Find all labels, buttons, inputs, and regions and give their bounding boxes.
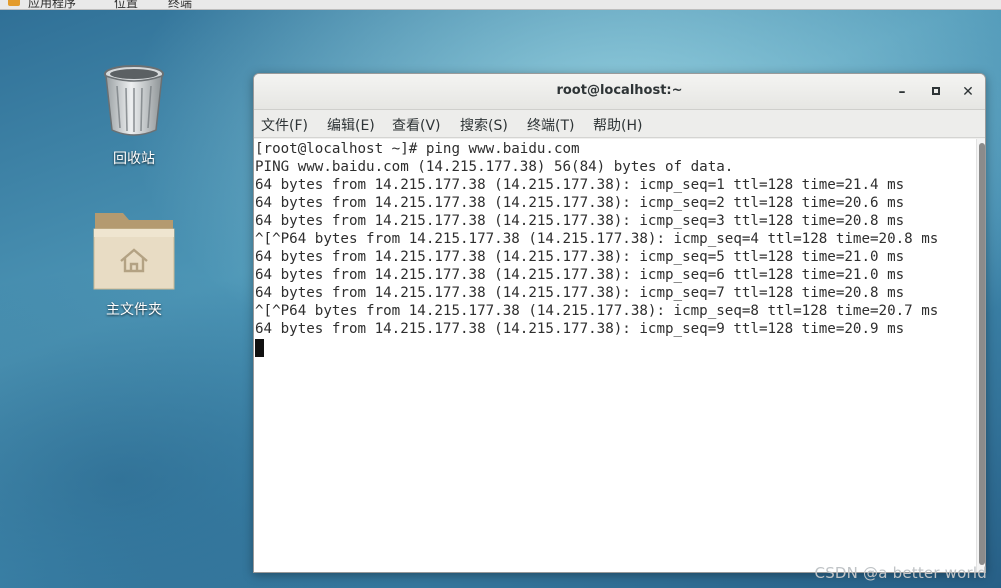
- terminal-scrollbar[interactable]: [976, 139, 985, 572]
- menu-edit[interactable]: 编辑(E): [327, 115, 375, 135]
- terminal-line: [root@localhost ~]# ping www.baidu.com: [255, 141, 580, 157]
- trash-icon: [104, 65, 164, 136]
- terminal-line: ^[^P64 bytes from 14.215.177.38 (14.215.…: [255, 231, 939, 247]
- terminal-line: 64 bytes from 14.215.177.38 (14.215.177.…: [255, 321, 905, 337]
- terminal-line: 64 bytes from 14.215.177.38 (14.215.177.…: [255, 249, 905, 265]
- menu-file[interactable]: 文件(F): [261, 115, 308, 135]
- terminal-line: 64 bytes from 14.215.177.38 (14.215.177.…: [255, 267, 905, 283]
- scrollbar-thumb[interactable]: [979, 143, 985, 565]
- terminal-window[interactable]: root@localhost:~ – ✕ 文件(F) 编辑(E) 查看(V) 搜…: [253, 73, 986, 573]
- applications-menu[interactable]: 应用程序: [28, 0, 76, 9]
- menu-terminal[interactable]: 终端(T): [527, 115, 574, 135]
- maximize-icon[interactable]: [926, 82, 946, 102]
- terminal-line: 64 bytes from 14.215.177.38 (14.215.177.…: [255, 213, 905, 229]
- terminal-line: ^[^P64 bytes from 14.215.177.38 (14.215.…: [255, 303, 939, 319]
- home-folder-icon: [93, 213, 175, 290]
- menu-help[interactable]: 帮助(H): [593, 115, 642, 135]
- desktop-home-folder-label: 主文件夹: [106, 302, 162, 318]
- top-panel: 应用程序 位置 终端: [0, 0, 1001, 10]
- terminal-line: 64 bytes from 14.215.177.38 (14.215.177.…: [255, 285, 905, 301]
- menu-search[interactable]: 搜索(S): [460, 115, 508, 135]
- window-titlebar[interactable]: root@localhost:~ – ✕: [254, 74, 985, 110]
- terminal-app-menu[interactable]: 终端: [168, 0, 192, 9]
- desktop-home-folder[interactable]: 主文件夹: [89, 207, 179, 319]
- window-title: root@localhost:~: [556, 83, 683, 98]
- window-menubar: 文件(F) 编辑(E) 查看(V) 搜索(S) 终端(T) 帮助(H): [254, 110, 985, 138]
- terminal-cursor: [255, 339, 264, 357]
- places-menu[interactable]: 位置: [114, 0, 138, 9]
- terminal-output[interactable]: [root@localhost ~]# ping www.baidu.com P…: [254, 139, 976, 572]
- minimize-icon[interactable]: –: [892, 82, 912, 102]
- watermark: CSDN @a better world: [814, 564, 987, 582]
- desktop-trash[interactable]: 回收站: [89, 64, 179, 168]
- applications-icon: [8, 0, 20, 6]
- terminal-line: PING www.baidu.com (14.215.177.38) 56(84…: [255, 159, 734, 175]
- desktop-trash-label: 回收站: [113, 151, 155, 167]
- menu-view[interactable]: 查看(V): [392, 115, 441, 135]
- terminal-line: 64 bytes from 14.215.177.38 (14.215.177.…: [255, 177, 905, 193]
- terminal-line: 64 bytes from 14.215.177.38 (14.215.177.…: [255, 195, 905, 211]
- close-icon[interactable]: ✕: [958, 82, 978, 102]
